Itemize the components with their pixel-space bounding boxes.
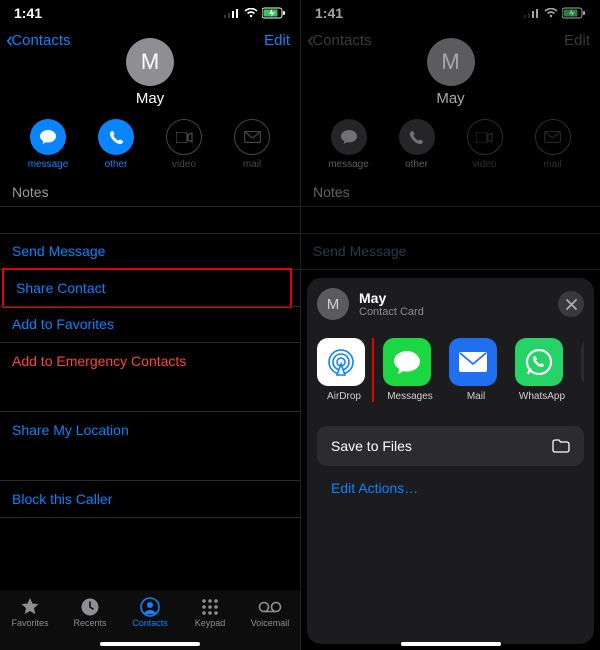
status-icons [224, 7, 286, 19]
sheet-avatar: M [317, 288, 349, 320]
video-icon [176, 132, 193, 143]
add-emergency-row[interactable]: Add to Emergency Contacts [0, 343, 300, 379]
phone-icon [109, 130, 124, 145]
share-apps: AirDrop Messages Mail WhatsApp [317, 338, 584, 402]
home-indicator[interactable] [100, 642, 200, 646]
contact-actions: message other video mail [0, 119, 300, 170]
status-bar: 1:41 [0, 0, 300, 24]
action-mail-label: mail [229, 159, 275, 170]
sheet-subtitle: Contact Card [359, 306, 424, 318]
sheet-title: May [359, 290, 424, 306]
close-button[interactable] [558, 291, 584, 317]
app-airdrop[interactable]: AirDrop [317, 338, 371, 402]
contact-name: May [0, 90, 300, 107]
action-other[interactable]: other [93, 119, 139, 170]
share-contact-row[interactable]: Share Contact [4, 270, 290, 306]
share-location-row[interactable]: Share My Location [0, 412, 300, 448]
action-mail: mail [229, 119, 275, 170]
action-other-label: other [93, 159, 139, 170]
tab-keypad[interactable]: Keypad [182, 596, 238, 628]
action-video: video [161, 119, 207, 170]
tab-label: Contacts [122, 618, 178, 628]
wifi-icon [244, 8, 258, 18]
message-icon [39, 129, 57, 145]
tab-label: Favorites [2, 618, 58, 628]
whatsapp-icon [524, 347, 554, 377]
clock-icon [80, 597, 100, 617]
block-caller-row[interactable]: Block this Caller [0, 481, 300, 517]
contacts-icon [140, 597, 160, 617]
app-label: AirDrop [317, 391, 371, 402]
signal-icon [224, 8, 240, 18]
notes-label: Notes [0, 170, 300, 206]
app-label: WhatsApp [515, 391, 569, 402]
app-whatsapp[interactable]: WhatsApp [515, 338, 569, 402]
save-to-files-row[interactable]: Save to Files [317, 426, 584, 466]
status-time: 1:41 [14, 5, 42, 21]
pane-contact-card: 1:41 ‹ Contacts Edit M May message other… [0, 0, 300, 650]
add-favorites-row[interactable]: Add to Favorites [0, 306, 300, 342]
tab-label: Recents [62, 618, 118, 628]
edit-actions-row[interactable]: Edit Actions… [317, 466, 584, 496]
tab-recents[interactable]: Recents [62, 596, 118, 628]
mail-icon [244, 131, 261, 143]
action-message[interactable]: message [25, 119, 71, 170]
back-button[interactable]: ‹ Contacts [6, 29, 71, 51]
pane-share-sheet: 1:41 ‹ Contacts Edit M May message other… [300, 0, 600, 650]
tab-label: Keypad [182, 618, 238, 628]
edit-button[interactable]: Edit [264, 32, 290, 49]
action-message-label: message [25, 159, 71, 170]
close-icon [566, 299, 577, 310]
tab-voicemail[interactable]: Voicemail [242, 596, 298, 628]
tab-favorites[interactable]: Favorites [2, 596, 58, 628]
keypad-icon [200, 597, 220, 617]
home-indicator[interactable] [401, 642, 501, 646]
airdrop-icon [324, 345, 358, 379]
star-icon [20, 597, 40, 617]
battery-icon [262, 7, 286, 19]
back-label: Contacts [11, 32, 70, 49]
action-video-label: video [161, 159, 207, 170]
tab-label: Voicemail [242, 618, 298, 628]
tab-bar: Favorites Recents Contacts Keypad Voicem… [0, 590, 300, 650]
folder-icon [552, 439, 570, 453]
avatar: M [126, 38, 174, 86]
share-sheet: M May Contact Card AirDrop Messages [307, 278, 594, 644]
messages-app-icon [392, 349, 422, 375]
app-messages[interactable]: Messages [383, 338, 437, 402]
app-more[interactable] [581, 338, 584, 402]
save-files-label: Save to Files [331, 438, 412, 454]
voicemail-icon [258, 601, 282, 613]
mail-app-icon [458, 351, 488, 373]
app-mail[interactable]: Mail [449, 338, 503, 402]
app-label: Messages [383, 391, 437, 402]
send-message-row[interactable]: Send Message [0, 233, 300, 269]
tab-contacts[interactable]: Contacts [122, 596, 178, 628]
app-label: Mail [449, 391, 503, 402]
